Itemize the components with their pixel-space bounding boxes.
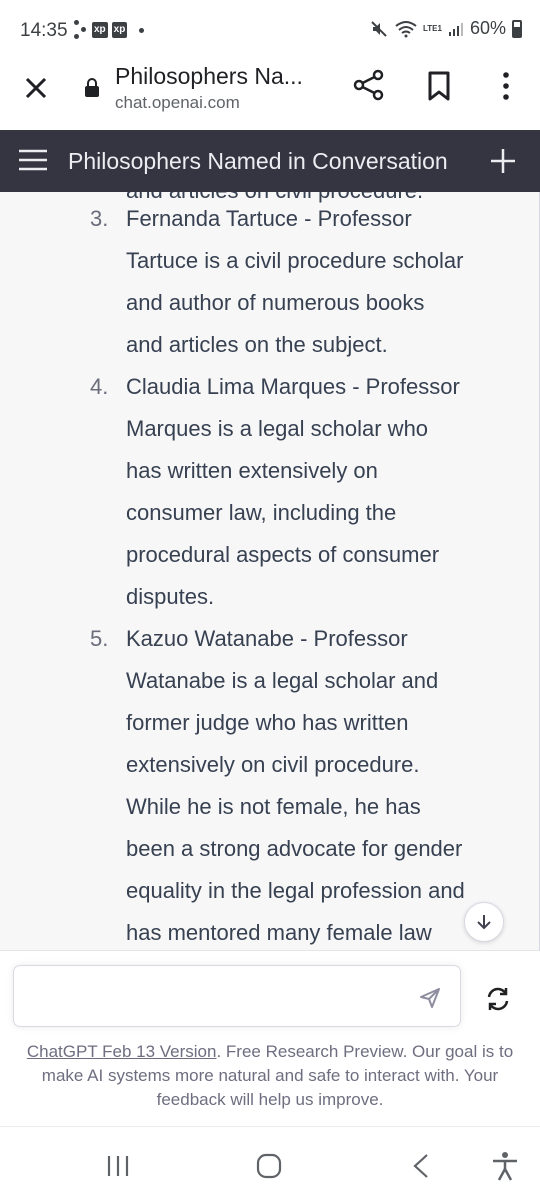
browser-page-title[interactable]: Philosophers Na... (115, 63, 303, 90)
close-icon[interactable] (22, 74, 50, 102)
list-line: consumer law, including the (126, 500, 397, 525)
list-line: been a strong advocate for gender (126, 836, 463, 861)
share-icon[interactable] (352, 68, 386, 102)
xp-badge-2: xp (111, 22, 128, 38)
battery-icon (512, 19, 522, 38)
status-notification-icons: xp xp (74, 18, 145, 42)
version-link[interactable]: ChatGPT Feb 13 Version (27, 1042, 217, 1061)
list-number: 4. (90, 374, 109, 399)
list-item: 5. Kazuo Watanabe - Professor Watanabe i… (0, 618, 539, 950)
xp-badge: xp (92, 22, 108, 38)
list-line: and articles on the subject. (126, 332, 388, 357)
list-line: has written extensively on (126, 458, 378, 483)
browser-url[interactable]: chat.openai.com (115, 93, 240, 113)
list-line: equality in the legal profession and (126, 878, 465, 903)
bookmark-icon[interactable] (425, 70, 453, 102)
list-line: Watanabe is a legal scholar and (126, 668, 439, 693)
list-line: has mentored many female law (126, 920, 432, 945)
scroll-to-bottom-button[interactable] (464, 902, 504, 942)
mute-icon (371, 20, 387, 37)
list-number: 3. (90, 206, 109, 231)
input-area: ChatGPT Feb 13 Version. Free Research Pr… (0, 950, 540, 1126)
more-icon[interactable] (496, 70, 516, 102)
menu-icon[interactable] (18, 147, 48, 173)
app-header: Philosophers Named in Conversation (0, 130, 540, 192)
browser-toolbar: Philosophers Na... chat.openai.com (0, 60, 540, 130)
conversation-title: Philosophers Named in Conversation (68, 148, 448, 174)
list-line: procedural aspects of consumer (126, 542, 440, 567)
list-line: Tartuce is a civil procedure scholar (126, 248, 464, 273)
arrow-down-icon (477, 915, 491, 930)
list-line: While he is not female, he has (126, 794, 421, 819)
footer-disclaimer: ChatGPT Feb 13 Version. Free Research Pr… (16, 1040, 524, 1112)
notification-dot-icon (139, 27, 145, 33)
back-icon[interactable] (412, 1153, 430, 1179)
system-nav-bar (0, 1126, 540, 1200)
list-line: Kazuo Watanabe - Professor (126, 626, 408, 651)
list-line: Fernanda Tartuce - Professor (126, 206, 412, 231)
status-bar: 14:35 xp xp LTE1 60% (0, 0, 540, 60)
list-number: 5. (90, 626, 109, 651)
lte-label: LTE1 (423, 24, 442, 33)
recents-icon[interactable] (106, 1155, 130, 1177)
signal-icon (448, 22, 463, 36)
accessibility-icon[interactable] (491, 1151, 519, 1181)
list-line: and author of numerous books (126, 290, 425, 315)
list-line: disputes. (126, 584, 215, 609)
regenerate-icon[interactable] (484, 985, 512, 1013)
message-input[interactable] (28, 966, 408, 1026)
list-item: 3. Fernanda Tartuce - Professor Tartuce … (0, 198, 539, 366)
list-line: former judge who has written (126, 710, 409, 735)
battery-percent: 60% (469, 18, 506, 38)
list-line: Marques is a legal scholar who (126, 416, 429, 441)
list-item: 4. Claudia Lima Marques - Professor Marq… (0, 366, 539, 618)
status-system-icons: LTE1 60% (369, 18, 522, 39)
send-icon[interactable] (418, 986, 442, 1010)
status-time: 14:35 (20, 20, 68, 41)
conversation-content[interactable]: and articles on civil procedure. 3. Fern… (0, 192, 540, 950)
wifi-icon (395, 20, 417, 37)
connection-icon (74, 18, 88, 42)
plus-icon[interactable] (490, 148, 516, 174)
list-line: Claudia Lima Marques - Professor (126, 374, 460, 399)
lock-icon[interactable] (84, 78, 100, 98)
list-line: extensively on civil procedure. (126, 752, 420, 777)
message-input-box[interactable] (13, 965, 461, 1027)
home-icon[interactable] (256, 1153, 282, 1179)
response-list: 3. Fernanda Tartuce - Professor Tartuce … (0, 198, 539, 950)
